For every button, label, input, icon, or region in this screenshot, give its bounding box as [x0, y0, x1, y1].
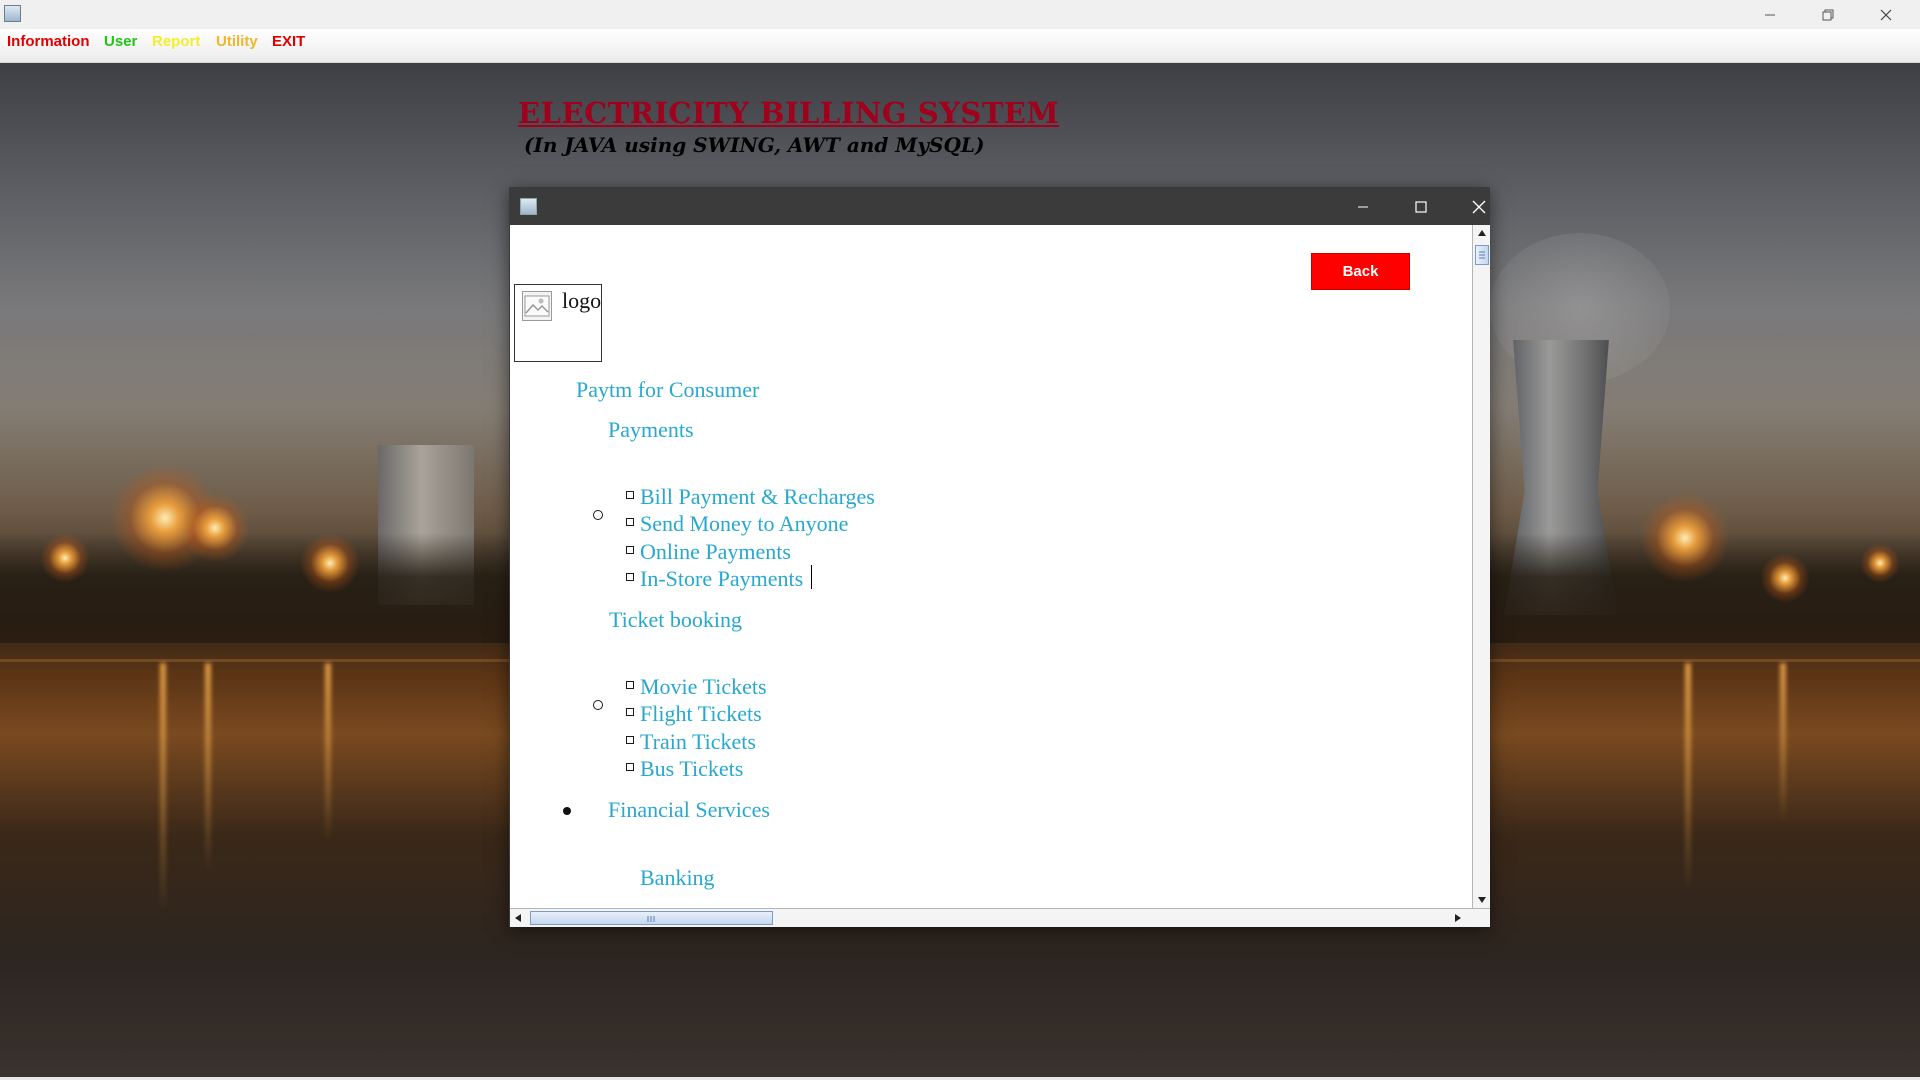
list-item[interactable]: Movie Tickets	[640, 674, 767, 700]
list-item[interactable]: In-Store Payments	[640, 566, 803, 592]
menu-information[interactable]: Information	[7, 33, 90, 50]
menu-user[interactable]: User	[104, 33, 137, 50]
logo-image: logo	[514, 284, 602, 362]
bullet-square	[626, 518, 634, 526]
app-subheading: (In JAVA using SWING, AWT and MySQL)	[524, 133, 985, 157]
scroll-right-arrow-icon[interactable]	[1454, 913, 1462, 923]
close-icon	[1880, 9, 1892, 20]
frame-minimize-button[interactable]	[1343, 192, 1383, 222]
bullet-circle	[593, 700, 603, 710]
logo-alt-text: logo	[562, 288, 602, 313]
scroll-left-arrow-icon[interactable]	[514, 913, 522, 923]
minimize-icon	[1765, 14, 1775, 15]
list-item[interactable]: Flight Tickets	[640, 701, 762, 727]
bullet-square	[626, 546, 634, 554]
internal-frame-title-bar[interactable]	[510, 188, 1489, 225]
scroll-up-arrow-icon[interactable]	[1477, 229, 1487, 237]
close-icon	[1472, 200, 1486, 214]
list-item[interactable]: Bus Tickets	[640, 756, 743, 782]
bullet-square	[626, 491, 634, 499]
main-close-button[interactable]	[1857, 0, 1915, 29]
frame-maximize-button[interactable]	[1401, 192, 1441, 222]
bullet-circle	[593, 510, 603, 520]
back-button[interactable]: Back	[1311, 253, 1410, 290]
list-item[interactable]: Bill Payment & Recharges	[640, 484, 875, 510]
scroll-down-arrow-icon[interactable]	[1477, 896, 1487, 904]
html-content-pane[interactable]: Back logo Paytm for Consumer Payments Bi…	[510, 225, 1472, 908]
menu-report[interactable]: Report	[152, 33, 200, 50]
horizontal-scroll-thumb[interactable]	[530, 911, 773, 925]
vertical-scroll-thumb[interactable]	[1475, 245, 1489, 265]
bullet-square	[626, 708, 634, 716]
list-item[interactable]: Online Payments	[640, 539, 791, 565]
banking-heading[interactable]: Banking	[640, 865, 715, 891]
main-restore-button[interactable]	[1799, 0, 1857, 29]
main-title-bar	[0, 0, 1920, 29]
menu-bar: Information User Report Utility EXIT	[0, 29, 1920, 63]
bullet-square	[626, 681, 634, 689]
java-cup-icon	[520, 198, 537, 215]
vertical-scrollbar[interactable]	[1472, 225, 1490, 908]
section-title[interactable]: Paytm for Consumer	[576, 377, 759, 403]
menu-utility[interactable]: Utility	[216, 33, 258, 50]
restore-icon	[1822, 9, 1834, 20]
text-caret	[811, 565, 812, 589]
broken-image-icon	[522, 291, 552, 321]
financial-heading[interactable]: Financial Services	[608, 797, 770, 823]
list-item[interactable]: Send Money to Anyone	[640, 511, 848, 537]
payments-heading[interactable]: Payments	[608, 417, 694, 443]
horizontal-scrollbar[interactable]	[510, 908, 1490, 927]
tickets-heading[interactable]: Ticket booking	[609, 607, 742, 633]
bullet-square	[626, 763, 634, 771]
internal-frame[interactable]: Back logo Paytm for Consumer Payments Bi…	[509, 187, 1490, 927]
frame-close-button[interactable]	[1459, 192, 1499, 222]
java-cup-icon	[4, 5, 21, 22]
maximize-icon	[1415, 201, 1427, 213]
bullet-square	[626, 736, 634, 744]
main-minimize-button[interactable]	[1741, 0, 1799, 29]
bullet-disc	[563, 807, 571, 815]
menu-exit[interactable]: EXIT	[272, 33, 305, 50]
app-heading: ELECTRICITY BILLING SYSTEM	[518, 96, 1060, 130]
bullet-square	[626, 573, 634, 581]
list-item[interactable]: Train Tickets	[640, 729, 756, 755]
minimize-icon	[1358, 206, 1368, 208]
